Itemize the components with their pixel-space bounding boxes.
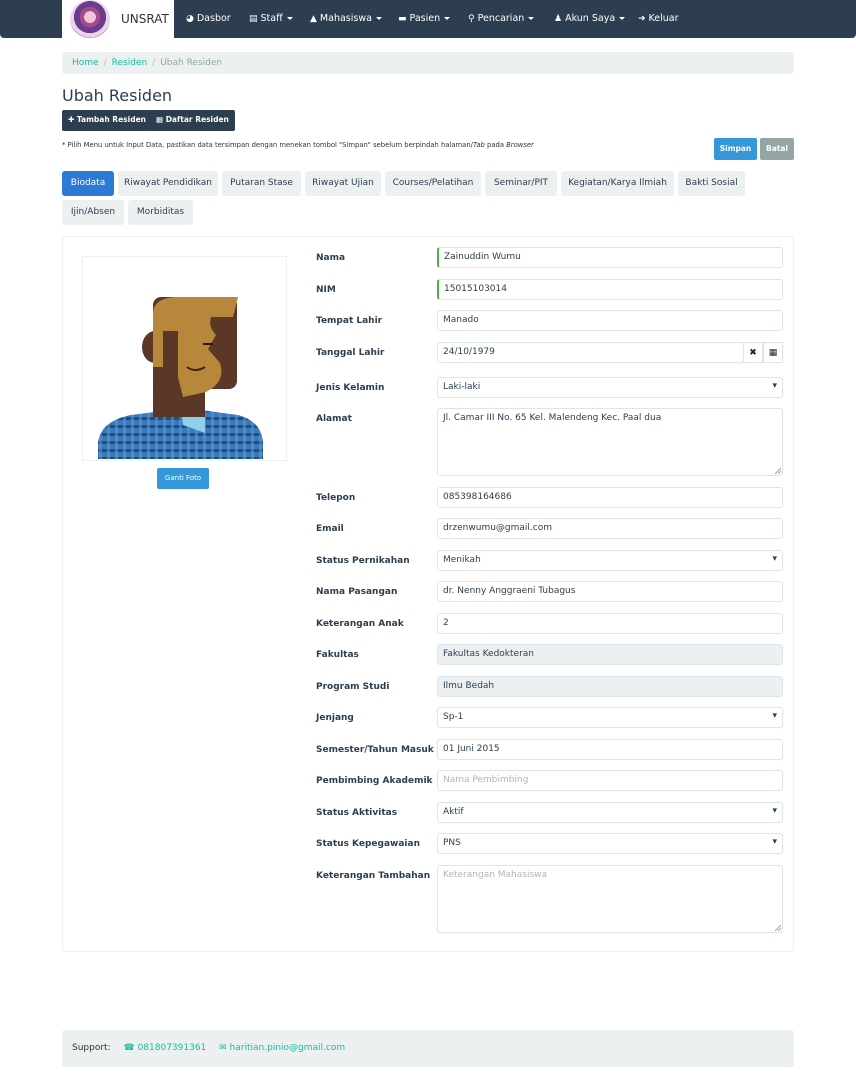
email-label: Email [316,524,344,534]
nav-staff[interactable]: ▤ Staff [249,13,293,24]
plus-icon: ✚ [68,115,77,124]
calendar-icon[interactable]: ▦ [763,342,783,363]
fakultas-label: Fakultas [316,650,359,660]
tempat-lahir-input[interactable]: Manado [437,310,783,331]
avatar-illustration [98,297,263,459]
tab-riwayat-ujian[interactable]: Riwayat Ujian [305,171,381,196]
envelope-icon: ✉ [219,1043,230,1053]
page-title: Ubah Residen [62,86,173,105]
list-icon: ▤ [249,14,258,24]
keterangan-tambahan-label: Keterangan Tambahan [316,871,431,881]
tab-putaran-stase[interactable]: Putaran Stase [222,171,301,196]
status-kepegawaian-label: Status Kepegawaian [316,839,420,849]
brand-name: UNSRAT [121,12,169,26]
tab-biodata[interactable]: Biodata [62,171,114,196]
pembimbing-label: Pembimbing Akademik [316,776,433,786]
caret-down-icon [528,17,535,20]
nav-akun-saya[interactable]: ♟ Akun Saya [554,13,626,24]
status-pernikahan-label: Status Pernikahan [316,556,410,566]
bed-icon: ▬ [398,14,407,24]
fakultas-input: Fakultas Kedokteran [437,644,783,665]
nav-mahasiswa[interactable]: ▲ Mahasiswa [310,13,382,24]
table-icon: ▦ [156,115,166,124]
add-residen-button[interactable]: ✚ Tambah Residen [62,110,153,131]
breadcrumb-separator: / [152,58,156,68]
nama-pasangan-input[interactable]: dr. Nenny Anggraeni Tubagus [437,581,783,602]
keterangan-anak-label: Keterangan Anak [316,619,404,629]
status-pernikahan-select[interactable]: Menikah [437,550,783,571]
jenjang-select[interactable]: Sp-1 [437,707,783,728]
breadcrumb-home[interactable]: Home [72,58,99,68]
nim-label: NIM [316,285,336,295]
nav-keluar[interactable]: ➜ Keluar [638,13,679,24]
tanggal-lahir-input[interactable]: 24/10/1979 [437,342,744,363]
clear-date-icon[interactable]: ✖ [743,342,763,363]
support-email[interactable]: ✉ haritian.pinio@gmail.com [219,1043,345,1053]
pembimbing-input[interactable]: Nama Pembimbing [437,770,783,791]
graduation-cap-icon: ▲ [310,14,317,24]
tempat-lahir-label: Tempat Lahir [316,316,383,326]
nav-pasien[interactable]: ▬ Pasien [398,13,451,24]
email-input[interactable]: drzenwumu@gmail.com [437,518,783,539]
breadcrumb: Home / Residen / Ubah Residen [62,52,794,74]
tab-ijin-absen[interactable]: Ijin/Absen [62,200,124,225]
caret-down-icon [286,17,293,20]
sign-out-icon: ➜ [638,14,646,24]
breadcrumb-residen[interactable]: Residen [112,58,148,68]
caret-down-icon [619,17,626,20]
support-label: Support: [72,1043,111,1053]
nim-input[interactable]: 15015103014 [437,279,783,300]
semester-label: Semester/Tahun Masuk [316,745,434,755]
breadcrumb-current: Ubah Residen [160,58,223,68]
change-photo-button[interactable]: Ganti Foto [157,468,209,489]
jenjang-label: Jenjang [316,713,354,723]
status-aktivitas-label: Status Aktivitas [316,808,398,818]
tab-courses-pelatihan[interactable]: Courses/Pelatihan [385,171,481,196]
alamat-textarea[interactable]: Jl. Camar III No. 65 Kel. Malendeng Kec.… [437,408,783,476]
nama-label: Nama [316,253,346,263]
cancel-button[interactable]: Batal [760,138,794,160]
nama-input[interactable]: Zainuddin Wumu [437,247,783,268]
nama-pasangan-label: Nama Pasangan [316,587,398,597]
keterangan-anak-input[interactable]: 2 [437,613,783,634]
profile-photo [82,256,287,461]
footer: Support: ☎ 081807391361 ✉ haritian.pinio… [62,1030,794,1067]
tab-morbiditas[interactable]: Morbiditas [128,200,193,225]
support-phone[interactable]: ☎ 081807391361 [124,1043,207,1053]
jenis-kelamin-label: Jenis Kelamin [316,383,385,393]
save-button[interactable]: Simpan [714,138,757,160]
status-aktivitas-select[interactable]: Aktif [437,802,783,823]
breadcrumb-separator: / [103,58,107,68]
tab-riwayat-pendidikan[interactable]: Riwayat Pendidikan [118,171,218,196]
semester-input[interactable]: 01 Juni 2015 [437,739,783,760]
caret-down-icon [444,17,451,20]
navbar: UNSRAT ◕ Dasbor ▤ Staff ▲ Mahasiswa ▬ Pasien… [0,0,856,38]
tab-kegiatan-karya-ilmiah[interactable]: Kegiatan/Karya Ilmiah [561,171,674,196]
jenis-kelamin-select[interactable]: Laki-laki [437,377,783,398]
alamat-label: Alamat [316,414,352,424]
program-studi-label: Program Studi [316,682,390,692]
brand[interactable]: UNSRAT [62,0,174,38]
tanggal-lahir-label: Tanggal Lahir [316,348,385,358]
whatsapp-icon: ☎ [123,1043,138,1053]
input-hint: * Pilih Menu untuk Input Data, pastikan … [62,141,534,149]
keterangan-tambahan-textarea[interactable]: Keterangan Mahasiswa [437,865,783,933]
search-icon: ⚲ [468,14,475,24]
telepon-label: Telepon [316,493,356,503]
program-studi-input: Ilmu Bedah [437,676,783,697]
dashboard-icon: ◕ [186,14,194,24]
tab-bakti-sosial[interactable]: Bakti Sosial [678,171,745,196]
user-icon: ♟ [554,14,563,24]
nav-pencarian[interactable]: ⚲ Pencarian [468,13,535,24]
list-residen-button[interactable]: ▦ Daftar Residen [150,110,235,131]
telepon-input[interactable]: 085398164686 [437,487,783,508]
status-kepegawaian-select[interactable]: PNS [437,833,783,854]
tab-seminar-pit[interactable]: Seminar/PIT [485,171,557,196]
university-logo [70,0,110,38]
nav-dasbor[interactable]: ◕ Dasbor [186,13,231,24]
caret-down-icon [375,17,382,20]
